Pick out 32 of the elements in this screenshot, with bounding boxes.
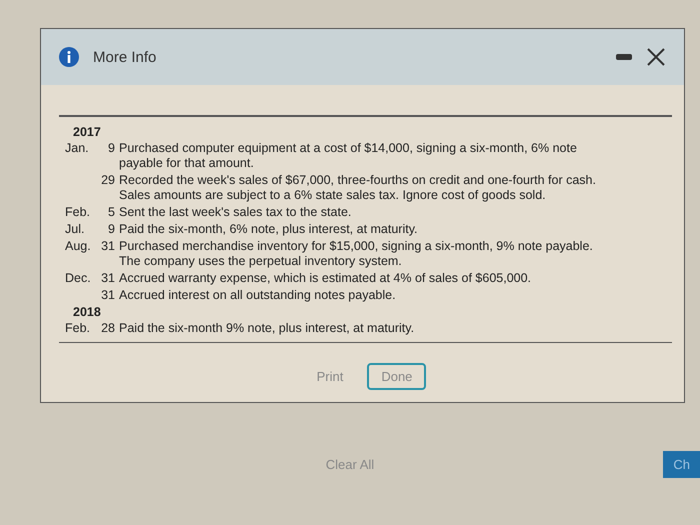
year-label: 2017 xyxy=(72,125,102,139)
print-button[interactable]: Print xyxy=(304,363,356,390)
month-label: Feb. xyxy=(65,321,92,336)
check-answer-button[interactable]: Ch xyxy=(663,450,700,478)
day-label: 29 xyxy=(100,173,115,189)
dialog-title: More Info xyxy=(93,48,156,66)
transaction-text: Purchased merchandise inventory for $15,000, signing a six-month, 9% note payable. The company uses the perpetual inventory system. xyxy=(119,239,594,269)
month-label: Aug. xyxy=(65,239,92,255)
day-label: 31 xyxy=(100,271,115,286)
month-label: Feb. xyxy=(65,205,92,220)
done-button[interactable]: Done xyxy=(367,363,426,390)
clear-all-button[interactable]: Clear All xyxy=(320,456,380,472)
month-label: Dec. xyxy=(65,271,92,286)
transaction-text: Accrued warranty expense, which is estimated at 4% of sales of $605,000. xyxy=(119,271,532,286)
transaction-text: Paid the six-month, 6% note, plus interest, at maturity. xyxy=(119,222,419,237)
month-label: Jan. xyxy=(65,141,90,157)
day-label: 9 xyxy=(107,222,115,237)
transaction-text: Recorded the week's sales of $67,000, three-fourths on credit and one-fourth for cash. Sales amounts are subject to a 6% state sales tax. Ignore cost of goods sold. xyxy=(119,173,597,203)
day-label: 31 xyxy=(100,239,115,255)
day-label: 28 xyxy=(100,321,115,336)
transaction-text: Paid the six-month 9% note, plus interest, at maturity. xyxy=(119,321,416,336)
transaction-text: Accrued interest on all outstanding notes payable. xyxy=(119,288,397,303)
close-icon[interactable] xyxy=(646,47,666,67)
minimize-icon[interactable] xyxy=(616,53,632,61)
info-icon xyxy=(59,47,79,67)
day-label: 31 xyxy=(100,288,115,303)
day-label: 5 xyxy=(107,205,115,220)
transaction-text: Sent the last week's sales tax to the state. xyxy=(119,205,352,220)
transaction-text: Purchased computer equipment at a cost of $14,000, signing a six-month, 6% note payable for that amount. xyxy=(119,141,578,171)
year-label: 2018 xyxy=(72,305,102,319)
month-label: Jul. xyxy=(65,222,86,237)
day-label: 9 xyxy=(107,141,115,157)
